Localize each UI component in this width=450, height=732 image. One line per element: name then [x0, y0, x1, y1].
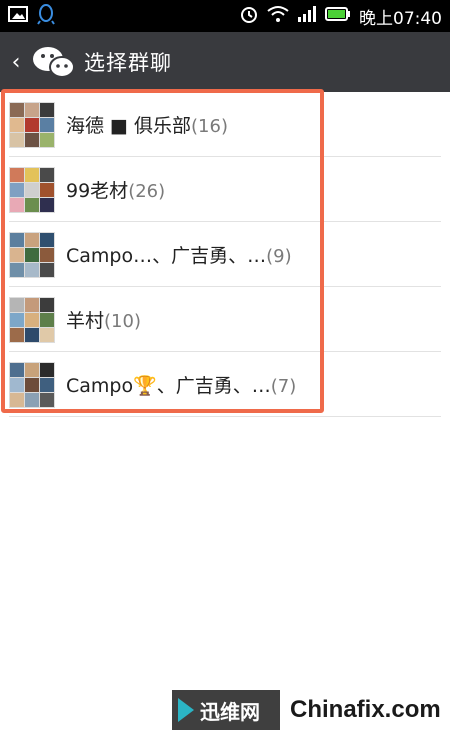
- wechat-logo-icon: [32, 44, 76, 80]
- group-avatar: [9, 166, 55, 213]
- status-time: 晚上07:40: [359, 8, 442, 29]
- group-chat-list: 海德 ■ 俱乐部(16) 99老材(26) Campo…、广吉勇、…(9) 羊村…: [0, 92, 450, 417]
- group-row[interactable]: Campo🏆、广吉勇、…(7): [0, 352, 450, 417]
- back-button[interactable]: ‹: [2, 50, 30, 75]
- page-title: 选择群聊: [84, 51, 172, 75]
- wifi-icon: [267, 5, 289, 27]
- group-name: Campo🏆、广吉勇、…(7): [66, 375, 297, 397]
- group-row[interactable]: 羊村(10): [0, 287, 450, 352]
- group-row[interactable]: 99老材(26): [0, 157, 450, 222]
- arrow-icon: [178, 698, 194, 722]
- qq-icon: [36, 3, 56, 29]
- battery-icon: [325, 6, 351, 26]
- watermark-badge: 迅维网: [172, 690, 280, 730]
- watermark-site: Chinafix.com: [290, 696, 441, 723]
- app-header: ‹ 选择群聊: [0, 32, 450, 92]
- group-row[interactable]: 海德 ■ 俱乐部(16): [0, 92, 450, 157]
- watermark-badge-text: 迅维网: [200, 699, 260, 724]
- group-row[interactable]: Campo…、广吉勇、…(9): [0, 222, 450, 287]
- alarm-icon: [239, 4, 259, 28]
- group-avatar: [9, 101, 55, 148]
- gallery-icon: [8, 5, 28, 27]
- group-avatar: [9, 296, 55, 343]
- status-bar: 晚上07:40: [0, 0, 450, 32]
- group-name: 海德 ■ 俱乐部(16): [66, 115, 228, 137]
- group-name: 羊村(10): [66, 310, 141, 332]
- group-avatar: [9, 361, 55, 408]
- signal-icon: [297, 5, 317, 27]
- group-avatar: [9, 231, 55, 278]
- watermark: 迅维网 Chinafix.com: [172, 688, 450, 732]
- group-name: Campo…、广吉勇、…(9): [66, 245, 292, 267]
- group-name: 99老材(26): [66, 180, 166, 202]
